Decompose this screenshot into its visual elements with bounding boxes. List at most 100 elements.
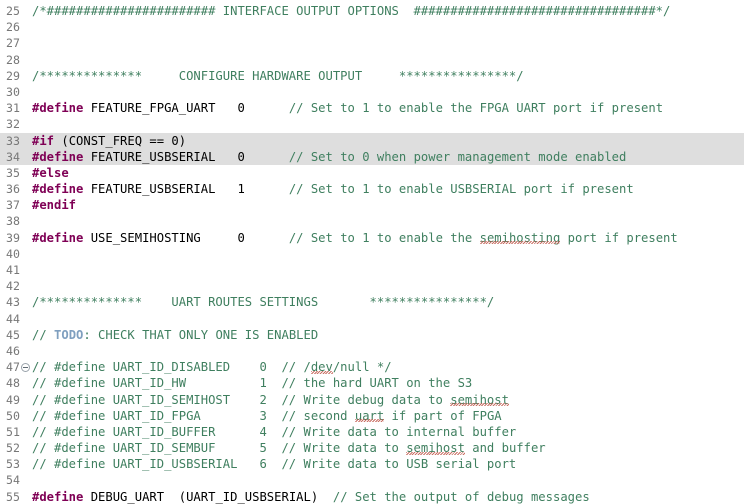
fold-column[interactable] bbox=[21, 262, 31, 279]
code-line[interactable]: 36 #define FEATURE_USBSERIAL 1 // Set to … bbox=[0, 181, 744, 198]
code-line[interactable]: 31 #define FEATURE_FPGA_UART 0 // Set to … bbox=[0, 100, 744, 117]
fold-column[interactable] bbox=[21, 278, 31, 295]
fold-column[interactable] bbox=[21, 164, 31, 182]
fold-column[interactable] bbox=[21, 391, 31, 408]
code-text[interactable]: #define DEBUG_UART (UART_ID_USBSERIAL) /… bbox=[31, 489, 744, 504]
code-text[interactable]: #define FEATURE_FPGA_UART 0 // Set to 1 … bbox=[31, 100, 744, 116]
code-token: (CONST_FREQ == 0) bbox=[54, 133, 187, 148]
code-line[interactable]: 53 // #define UART_ID_USBSERIAL 6 // Writ… bbox=[0, 456, 744, 473]
fold-column[interactable] bbox=[21, 359, 31, 376]
code-text[interactable]: #define FEATURE_USBSERIAL 0 // Set to 0 … bbox=[31, 149, 744, 165]
code-line[interactable]: 50 // #define UART_ID_FPGA 3 // second ua… bbox=[0, 407, 744, 424]
code-text[interactable]: #define USE_SEMIHOSTING 0 // Set to 1 to… bbox=[31, 230, 744, 246]
code-text[interactable]: /************** UART ROUTES SETTINGS ***… bbox=[31, 294, 744, 310]
collapse-fold-icon[interactable] bbox=[21, 362, 30, 372]
code-text[interactable] bbox=[31, 52, 744, 68]
code-line[interactable]: 33 #if (CONST_FREQ == 0) bbox=[0, 132, 744, 149]
code-line[interactable]: 28 bbox=[0, 51, 744, 68]
code-line[interactable]: 40 bbox=[0, 245, 744, 262]
code-line[interactable]: 45 // TODO: CHECK THAT ONLY ONE IS ENABLE… bbox=[0, 326, 744, 343]
fold-column[interactable] bbox=[21, 342, 31, 360]
fold-column[interactable] bbox=[21, 310, 31, 327]
fold-column[interactable] bbox=[21, 148, 31, 165]
code-line[interactable]: 27 bbox=[0, 35, 744, 52]
code-line[interactable]: 25 /*####################### INTERFACE OU… bbox=[0, 3, 744, 20]
fold-column[interactable] bbox=[21, 407, 31, 424]
code-line[interactable]: 52 // #define UART_ID_SEMBUF 5 // Write d… bbox=[0, 440, 744, 457]
code-text[interactable] bbox=[31, 213, 744, 229]
code-text[interactable] bbox=[31, 84, 744, 100]
fold-column[interactable] bbox=[21, 181, 31, 198]
code-text[interactable]: // #define UART_ID_BUFFER 4 // Write dat… bbox=[31, 424, 744, 440]
code-line[interactable]: 44 bbox=[0, 310, 744, 327]
fold-column[interactable] bbox=[21, 83, 31, 101]
line-number: 46 bbox=[0, 342, 21, 360]
code-text[interactable]: // #define UART_ID_FPGA 3 // second uart… bbox=[31, 408, 744, 424]
fold-column[interactable] bbox=[21, 3, 31, 20]
code-line[interactable]: 54 bbox=[0, 472, 744, 489]
fold-column[interactable] bbox=[21, 456, 31, 473]
code-line[interactable]: 29 /************** CONFIGURE HARDWARE OUT… bbox=[0, 67, 744, 84]
code-text[interactable] bbox=[31, 116, 744, 132]
source-code-editor[interactable]: 25 /*####################### INTERFACE OU… bbox=[0, 0, 744, 504]
code-text[interactable] bbox=[31, 472, 744, 488]
fold-column[interactable] bbox=[21, 326, 31, 343]
code-line[interactable]: 47 // #define UART_ID_DISABLED 0 // /dev/… bbox=[0, 359, 744, 376]
code-text[interactable]: #else bbox=[31, 165, 744, 181]
code-text[interactable]: // TODO: CHECK THAT ONLY ONE IS ENABLED bbox=[31, 327, 744, 343]
code-line[interactable]: 41 bbox=[0, 262, 744, 279]
code-text[interactable] bbox=[31, 19, 744, 35]
fold-column[interactable] bbox=[21, 35, 31, 52]
code-line[interactable]: 38 bbox=[0, 213, 744, 230]
code-line[interactable]: 55 #define DEBUG_UART (UART_ID_USBSERIAL)… bbox=[0, 488, 744, 504]
fold-column[interactable] bbox=[21, 472, 31, 489]
code-line[interactable]: 49 // #define UART_ID_SEMIHOST 2 // Write… bbox=[0, 391, 744, 408]
code-text[interactable] bbox=[31, 278, 744, 294]
fold-column[interactable] bbox=[21, 213, 31, 230]
code-text[interactable] bbox=[31, 246, 744, 262]
fold-column[interactable] bbox=[21, 67, 31, 84]
fold-column[interactable] bbox=[21, 423, 31, 441]
code-line[interactable]: 35 #else bbox=[0, 164, 744, 182]
fold-column[interactable] bbox=[21, 132, 31, 149]
code-text[interactable]: /************** CONFIGURE HARDWARE OUTPU… bbox=[31, 68, 744, 84]
code-line[interactable]: 30 bbox=[0, 83, 744, 101]
fold-column[interactable] bbox=[21, 488, 31, 504]
code-line[interactable]: 51 // #define UART_ID_BUFFER 4 // Write d… bbox=[0, 423, 744, 441]
code-text[interactable]: // #define UART_ID_SEMIHOST 2 // Write d… bbox=[31, 392, 744, 408]
fold-column[interactable] bbox=[21, 245, 31, 262]
fold-column[interactable] bbox=[21, 116, 31, 133]
code-text[interactable]: // #define UART_ID_SEMBUF 5 // Write dat… bbox=[31, 440, 744, 456]
fold-column[interactable] bbox=[21, 100, 31, 117]
fold-column[interactable] bbox=[21, 51, 31, 68]
code-line-list[interactable]: 25 /*####################### INTERFACE OU… bbox=[0, 3, 744, 504]
code-text[interactable] bbox=[31, 343, 744, 359]
fold-column[interactable] bbox=[21, 229, 31, 246]
fold-column[interactable] bbox=[21, 294, 31, 311]
fold-column[interactable] bbox=[21, 440, 31, 457]
code-text[interactable] bbox=[31, 262, 744, 278]
code-text[interactable] bbox=[31, 311, 744, 327]
code-text[interactable]: #if (CONST_FREQ == 0) bbox=[31, 133, 744, 149]
code-text[interactable]: // #define UART_ID_DISABLED 0 // /dev/nu… bbox=[31, 359, 744, 375]
code-text[interactable]: // #define UART_ID_USBSERIAL 6 // Write … bbox=[31, 456, 744, 472]
code-line[interactable]: 26 bbox=[0, 19, 744, 36]
code-line[interactable]: 48 // #define UART_ID_HW 1 // the hard UA… bbox=[0, 375, 744, 392]
code-text[interactable]: /*####################### INTERFACE OUTP… bbox=[31, 3, 744, 19]
line-number: 35 bbox=[0, 164, 21, 182]
code-text[interactable]: // #define UART_ID_HW 1 // the hard UART… bbox=[31, 375, 744, 391]
fold-column[interactable] bbox=[21, 197, 31, 214]
code-line[interactable]: 39 #define USE_SEMIHOSTING 0 // Set to 1 … bbox=[0, 229, 744, 246]
code-line[interactable]: 46 bbox=[0, 342, 744, 360]
code-line[interactable]: 34 #define FEATURE_USBSERIAL 0 // Set to … bbox=[0, 148, 744, 165]
code-line[interactable]: 43 /************** UART ROUTES SETTINGS *… bbox=[0, 294, 744, 311]
fold-column[interactable] bbox=[21, 19, 31, 36]
code-text[interactable] bbox=[31, 35, 744, 51]
code-line[interactable]: 42 bbox=[0, 278, 744, 295]
code-text[interactable]: #endif bbox=[31, 197, 744, 213]
code-text[interactable]: #define FEATURE_USBSERIAL 1 // Set to 1 … bbox=[31, 181, 744, 197]
code-line[interactable]: 32 bbox=[0, 116, 744, 133]
fold-column[interactable] bbox=[21, 375, 31, 392]
preprocessor-token: #define bbox=[32, 489, 84, 504]
code-line[interactable]: 37 #endif bbox=[0, 197, 744, 214]
